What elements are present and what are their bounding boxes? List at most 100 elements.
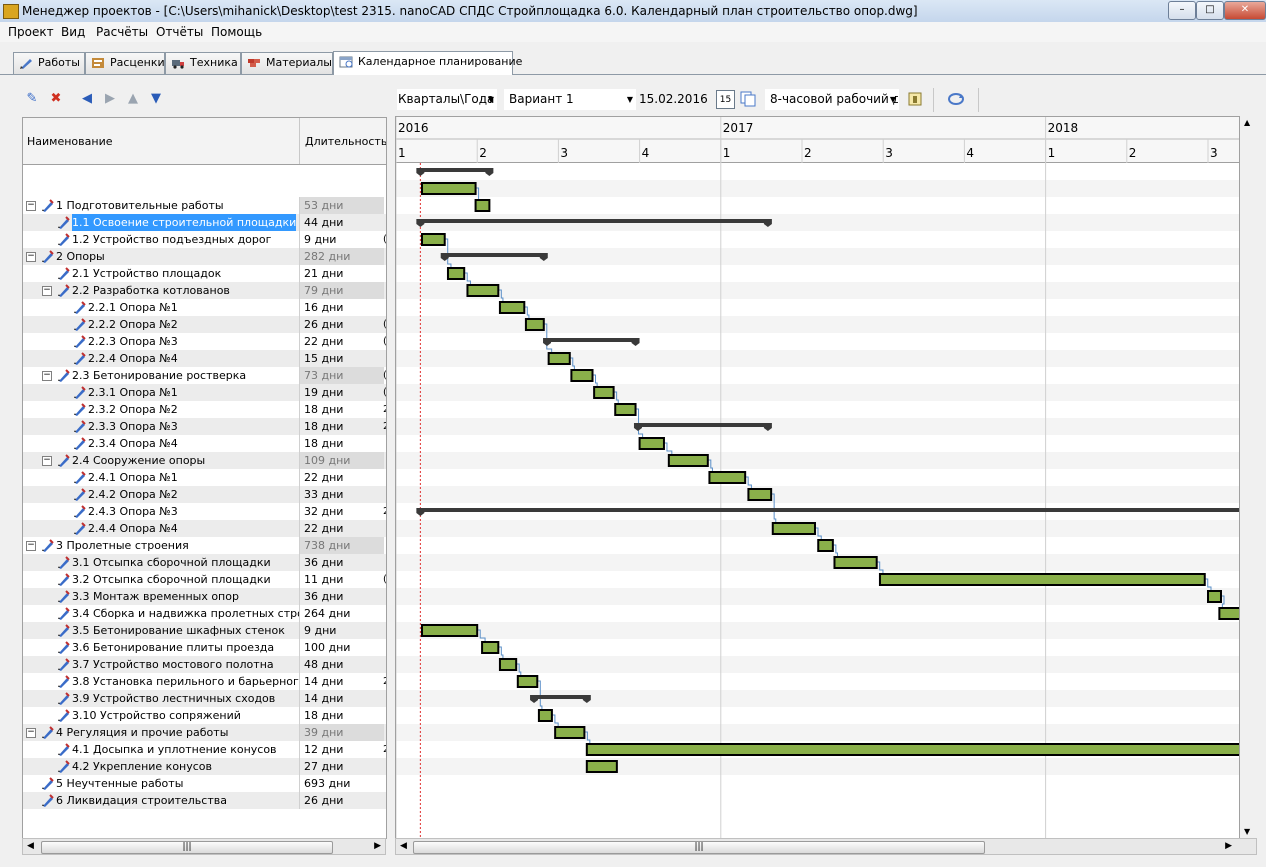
- task-duration[interactable]: 282 дни: [299, 248, 384, 265]
- scroll-up-icon[interactable]: ▲: [1244, 118, 1250, 127]
- maximize-button[interactable]: □: [1196, 1, 1224, 20]
- task-bar[interactable]: [708, 471, 747, 484]
- task-name[interactable]: 3.6 Бетонирование плиты проезда: [72, 639, 274, 656]
- task-bar[interactable]: [498, 658, 518, 671]
- close-button[interactable]: ✕: [1224, 1, 1266, 20]
- task-name[interactable]: 3.9 Устройство лестничных сходов: [72, 690, 275, 707]
- scroll-down-icon[interactable]: ▼: [1244, 827, 1250, 836]
- task-name[interactable]: 1.2 Устройство подъездных дорог: [72, 231, 271, 248]
- summary-bar[interactable]: [637, 423, 768, 427]
- task-duration[interactable]: 14 дни: [299, 690, 384, 707]
- task-duration[interactable]: 48 дни: [299, 656, 384, 673]
- task-duration[interactable]: 27 дни: [299, 758, 384, 775]
- task-duration[interactable]: 21 дни: [299, 265, 384, 282]
- task-duration[interactable]: 16 дни: [299, 299, 384, 316]
- task-duration[interactable]: 9 дни: [299, 622, 384, 639]
- task-name[interactable]: 2.2 Разработка котлованов: [72, 282, 230, 299]
- tab-machinery[interactable]: Техника: [165, 52, 241, 74]
- task-duration[interactable]: 18 дни: [299, 435, 384, 452]
- table-row[interactable]: 3.10 Устройство сопряжений 18 дни: [23, 707, 386, 724]
- collapse-icon[interactable]: −: [42, 371, 52, 381]
- collapse-icon[interactable]: −: [26, 201, 36, 211]
- task-duration[interactable]: 22 дни: [299, 469, 384, 486]
- refresh-icon[interactable]: [947, 91, 965, 107]
- task-duration[interactable]: 36 дни: [299, 588, 384, 605]
- task-duration[interactable]: 100 дни: [299, 639, 384, 656]
- grid-horizontal-scrollbar[interactable]: ◀ ||| ▶: [22, 838, 386, 855]
- task-duration[interactable]: 264 дни: [299, 605, 384, 622]
- task-name[interactable]: 3 Пролетные строения: [56, 537, 189, 554]
- tab-materials[interactable]: Материалы: [241, 52, 333, 74]
- task-bar[interactable]: [1218, 607, 1239, 620]
- table-row[interactable]: 3.8 Установка перильного и барьерного … 1…: [23, 673, 386, 690]
- collapse-icon[interactable]: −: [26, 252, 36, 262]
- task-name[interactable]: 2.3.4 Опора №4: [88, 435, 178, 452]
- calendar-settings-icon[interactable]: [907, 91, 923, 107]
- table-row[interactable]: 3.5 Бетонирование шкафных стенок 9 дни: [23, 622, 386, 639]
- task-name[interactable]: 3.8 Установка перильного и барьерного …: [72, 673, 299, 690]
- task-name[interactable]: 1.1 Освоение строительной площадки: [72, 214, 297, 231]
- variant-select[interactable]: Вариант 1 ▼: [504, 89, 636, 110]
- edit-icon[interactable]: ✎: [25, 92, 39, 106]
- table-row[interactable]: 2.4.4 Опора №4 22 дни: [23, 520, 386, 537]
- task-bar[interactable]: [446, 267, 466, 280]
- task-bar[interactable]: [817, 539, 834, 552]
- table-row[interactable]: 2.3.2 Опора №2 18 дни2: [23, 401, 386, 418]
- task-name[interactable]: 3.1 Отсыпка сборочной площадки: [72, 554, 271, 571]
- task-name[interactable]: 2.3.2 Опора №2: [88, 401, 178, 418]
- task-name[interactable]: 2.3.3 Опора №3: [88, 418, 178, 435]
- table-row[interactable]: − 4 Регуляция и прочие работы 39 дни: [23, 724, 386, 741]
- summary-bar[interactable]: [444, 253, 544, 257]
- task-duration[interactable]: 32 дни: [299, 503, 384, 520]
- task-bar[interactable]: [554, 726, 586, 739]
- task-duration[interactable]: 693 дни: [299, 775, 384, 792]
- table-row[interactable]: 3.9 Устройство лестничных сходов 14 дни: [23, 690, 386, 707]
- task-bar[interactable]: [878, 573, 1206, 586]
- table-row[interactable]: − 2 Опоры 282 дни: [23, 248, 386, 265]
- task-duration[interactable]: 73 дни: [299, 367, 384, 384]
- task-duration[interactable]: 22 дни: [299, 333, 384, 350]
- scroll-right-icon[interactable]: ▶: [374, 841, 381, 851]
- table-row[interactable]: 2.3.1 Опора №1 19 дни(: [23, 384, 386, 401]
- task-bar[interactable]: [498, 301, 526, 314]
- task-bar[interactable]: [420, 233, 446, 246]
- menu-project[interactable]: Проект: [8, 25, 54, 39]
- scroll-left-icon[interactable]: ◀: [400, 841, 407, 851]
- task-bar[interactable]: [747, 488, 773, 501]
- table-row[interactable]: 4.1 Досыпка и уплотнение конусов 12 дни2: [23, 741, 386, 758]
- task-duration[interactable]: 15 дни: [299, 350, 384, 367]
- table-row[interactable]: 3.3 Монтаж временных опор 36 дни: [23, 588, 386, 605]
- copy-schedule-icon[interactable]: [740, 91, 756, 107]
- task-name[interactable]: 2.4 Сооружение опоры: [72, 452, 205, 469]
- table-row[interactable]: 3.7 Устройство мостового полотна 48 дни: [23, 656, 386, 673]
- table-row[interactable]: 2.2.4 Опора №4 15 дни: [23, 350, 386, 367]
- task-name[interactable]: 2.2.2 Опора №2: [88, 316, 178, 333]
- collapse-icon[interactable]: −: [26, 728, 36, 738]
- task-bar[interactable]: [593, 386, 615, 399]
- scroll-left-icon[interactable]: ◀: [27, 841, 34, 851]
- task-duration[interactable]: 44 дни: [299, 214, 384, 231]
- task-duration[interactable]: 12 дни: [299, 741, 384, 758]
- task-name[interactable]: 2.4.3 Опора №3: [88, 503, 178, 520]
- table-row[interactable]: 2.2.2 Опора №2 26 дни(: [23, 316, 386, 333]
- task-duration[interactable]: 53 дни: [299, 197, 384, 214]
- scrollbar-thumb[interactable]: |||: [413, 841, 985, 854]
- menu-view[interactable]: Вид: [61, 25, 85, 39]
- column-duration-header[interactable]: Длительность: [305, 135, 386, 148]
- task-bar[interactable]: [638, 437, 665, 450]
- task-bar[interactable]: [1207, 590, 1222, 603]
- task-name[interactable]: 2 Опоры: [56, 248, 105, 265]
- task-name[interactable]: 4.2 Укрепление конусов: [72, 758, 212, 775]
- workday-select[interactable]: 8-часовой рабочий д ▼: [765, 89, 899, 110]
- table-row[interactable]: − 2.3 Бетонирование ростверка 73 дни(: [23, 367, 386, 384]
- task-name[interactable]: 2.3 Бетонирование ростверка: [72, 367, 246, 384]
- gantt-chart[interactable]: 2016 2017 2018 1 2 3 4 1 2 3 4 1 2 3: [395, 116, 1240, 840]
- scrollbar-thumb[interactable]: |||: [41, 841, 333, 854]
- task-name[interactable]: 2.4.1 Опора №1: [88, 469, 178, 486]
- summary-bar[interactable]: [534, 695, 587, 699]
- gantt-horizontal-scrollbar[interactable]: ◀ ||| ▶: [395, 838, 1257, 855]
- task-name[interactable]: 3.7 Устройство мостового полотна: [72, 656, 274, 673]
- collapse-icon[interactable]: −: [42, 456, 52, 466]
- tab-prices[interactable]: Расценки: [85, 52, 165, 74]
- delete-icon[interactable]: ✖: [49, 92, 63, 106]
